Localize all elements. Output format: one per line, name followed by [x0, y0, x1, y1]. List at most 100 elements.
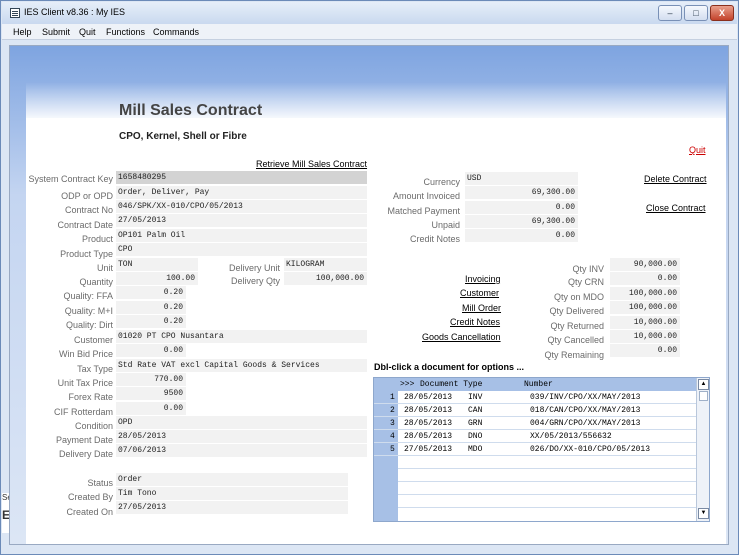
row-index: 5 [390, 445, 395, 454]
delivery-qty-field[interactable]: 100,000.00 [284, 272, 367, 285]
win-bid-price-label: Win Bid Price [58, 349, 113, 359]
cif-rotterdam-label: CIF Rotterdam [53, 407, 113, 417]
maximize-button[interactable]: □ [684, 5, 708, 21]
minimize-button[interactable]: – [658, 5, 682, 21]
unpaid-label: Unpaid [431, 220, 460, 230]
header-number[interactable]: Number [524, 378, 553, 391]
product-field[interactable]: OP101 Palm Oil [116, 229, 367, 242]
table-row[interactable]: 1 28/05/2013 INV 039/INV/CPO/XX/MAY/2013 [374, 391, 696, 404]
tax-type-field[interactable]: Std Rate VAT excl Capital Goods & Servic… [116, 359, 367, 372]
delete-contract-link[interactable]: Delete Contract [644, 174, 707, 184]
table-row[interactable]: 3 28/05/2013 GRN 004/GRN/CPO/XX/MAY/2013 [374, 417, 696, 430]
contract-date-label: Contract Date [57, 220, 113, 230]
unit-tax-price-label: Unit Tax Price [57, 378, 113, 388]
forex-rate-field[interactable]: 9500 [116, 387, 186, 400]
page-subtitle: CPO, Kernel, Shell or Fibre [119, 131, 247, 142]
qty-on-mdo-label: Qty on MDO [553, 292, 604, 302]
status-field[interactable]: Order [116, 473, 348, 486]
condition-field[interactable]: OPD [116, 416, 367, 429]
row-number: 026/DO/XX-010/CPO/05/2013 [530, 445, 651, 454]
row-date: 28/05/2013 [404, 432, 453, 441]
odp-or-opd-field[interactable]: Order, Deliver, Pay [116, 186, 367, 199]
qty-returned-label: Qty Returned [550, 321, 604, 331]
close-button[interactable]: X [710, 5, 734, 21]
delivery-unit-field[interactable]: KILOGRAM [284, 258, 367, 271]
unpaid-field[interactable]: 69,300.00 [465, 215, 578, 228]
menu-quit[interactable]: Quit [79, 27, 96, 37]
created-by-field[interactable]: Tim Tono [116, 487, 348, 500]
customer-label: Customer [73, 335, 113, 345]
product-type-label: Product Type [60, 249, 113, 259]
cif-rotterdam-field[interactable]: 0.00 [116, 402, 186, 415]
payment-date-label: Payment Date [55, 435, 113, 445]
quit-link[interactable]: Quit [689, 145, 706, 155]
scroll-down-icon[interactable]: ▼ [698, 508, 709, 519]
menu-help[interactable]: Help [13, 27, 32, 37]
odp-or-opd-label: ODP or OPD [61, 191, 113, 201]
contract-no-field[interactable]: 046/SPK/XX-010/CPO/05/2013 [116, 200, 367, 213]
goods-cancellation-link[interactable]: Goods Cancellation [422, 332, 501, 342]
quality-mi-label: Quality: M+I [64, 306, 113, 316]
contract-no-label: Contract No [64, 205, 113, 215]
window-title: IES Client v8.36 : My IES [24, 7, 126, 17]
row-index: 1 [390, 393, 395, 402]
qty-inv-field[interactable]: 90,000.00 [610, 258, 680, 271]
qty-cancelled-field[interactable]: 10,000.00 [610, 330, 680, 343]
table-row[interactable]: 2 28/05/2013 CAN 018/CAN/CPO/XX/MAY/2013 [374, 404, 696, 417]
quality-ffa-label: Quality: FFA [63, 291, 113, 301]
row-index: 3 [390, 419, 395, 428]
table-row[interactable]: 4 28/05/2013 DNO XX/05/2013/556632 [374, 430, 696, 443]
product-label: Product [81, 234, 113, 244]
customer-link[interactable]: Customer [460, 288, 499, 298]
created-on-field[interactable]: 27/05/2013 [116, 501, 348, 514]
system-contract-key-field[interactable]: 1658480295 [116, 171, 367, 184]
qty-on-mdo-field[interactable]: 100,000.00 [610, 287, 680, 300]
close-contract-link[interactable]: Close Contract [646, 203, 706, 213]
delivery-qty-label: Delivery Qty [230, 276, 280, 286]
delivery-date-field[interactable]: 07/06/2013 [116, 444, 367, 457]
qty-returned-field[interactable]: 10,000.00 [610, 316, 680, 329]
title-bar: IES Client v8.36 : My IES – □ X [2, 2, 737, 24]
row-number: 004/GRN/CPO/XX/MAY/2013 [530, 419, 641, 428]
scroll-up-icon[interactable]: ▲ [698, 379, 709, 390]
menu-functions[interactable]: Functions [106, 27, 145, 37]
quality-mi-field[interactable]: 0.20 [116, 301, 186, 314]
menu-commands[interactable]: Commands [153, 27, 199, 37]
menu-bar: Help Submit Quit Functions Commands [2, 24, 737, 40]
currency-field[interactable]: USD [465, 172, 578, 185]
qty-crn-field[interactable]: 0.00 [610, 272, 680, 285]
quality-ffa-field[interactable]: 0.20 [116, 286, 186, 299]
contract-date-field[interactable]: 27/05/2013 [116, 214, 367, 227]
forex-rate-label: Forex Rate [68, 392, 113, 402]
table-row[interactable]: 5 27/05/2013 MDO 026/DO/XX-010/CPO/05/20… [374, 443, 696, 456]
matched-payment-field[interactable]: 0.00 [465, 201, 578, 214]
documents-table[interactable]: >>> Document Type Number 1 28/05/2013 IN… [373, 377, 710, 522]
row-type: CAN [468, 406, 483, 415]
quality-dirt-field[interactable]: 0.20 [116, 315, 186, 328]
scroll-thumb[interactable] [699, 391, 708, 401]
qty-crn-label: Qty CRN [568, 277, 604, 287]
qty-cancelled-label: Qty Cancelled [547, 335, 604, 345]
credit-notes-link[interactable]: Credit Notes [450, 317, 500, 327]
row-date: 28/05/2013 [404, 419, 453, 428]
invoicing-link[interactable]: Invoicing [465, 274, 501, 284]
row-type: DNO [468, 432, 483, 441]
amount-invoiced-field[interactable]: 69,300.00 [465, 186, 578, 199]
menu-submit[interactable]: Submit [42, 27, 70, 37]
row-date: 28/05/2013 [404, 393, 453, 402]
credit-notes-field[interactable]: 0.00 [465, 229, 578, 242]
win-bid-price-field[interactable]: 0.00 [116, 344, 186, 357]
table-scrollbar[interactable]: ▲ ▼ [696, 378, 709, 521]
header-document-type[interactable]: Document Type [420, 378, 482, 391]
created-by-label: Created By [67, 492, 113, 502]
unit-tax-price-field[interactable]: 770.00 [116, 373, 186, 386]
payment-date-field[interactable]: 28/05/2013 [116, 430, 367, 443]
qty-delivered-field[interactable]: 100,000.00 [610, 301, 680, 314]
row-type: INV [468, 393, 483, 402]
retrieve-contract-link[interactable]: Retrieve Mill Sales Contract [256, 159, 367, 169]
product-type-field[interactable]: CPO [116, 243, 367, 256]
qty-remaining-field[interactable]: 0.00 [610, 344, 680, 357]
mill-order-link[interactable]: Mill Order [462, 303, 501, 313]
qty-inv-label: Qty INV [572, 264, 604, 274]
customer-field[interactable]: 01020 PT CPO Nusantara [116, 330, 367, 343]
